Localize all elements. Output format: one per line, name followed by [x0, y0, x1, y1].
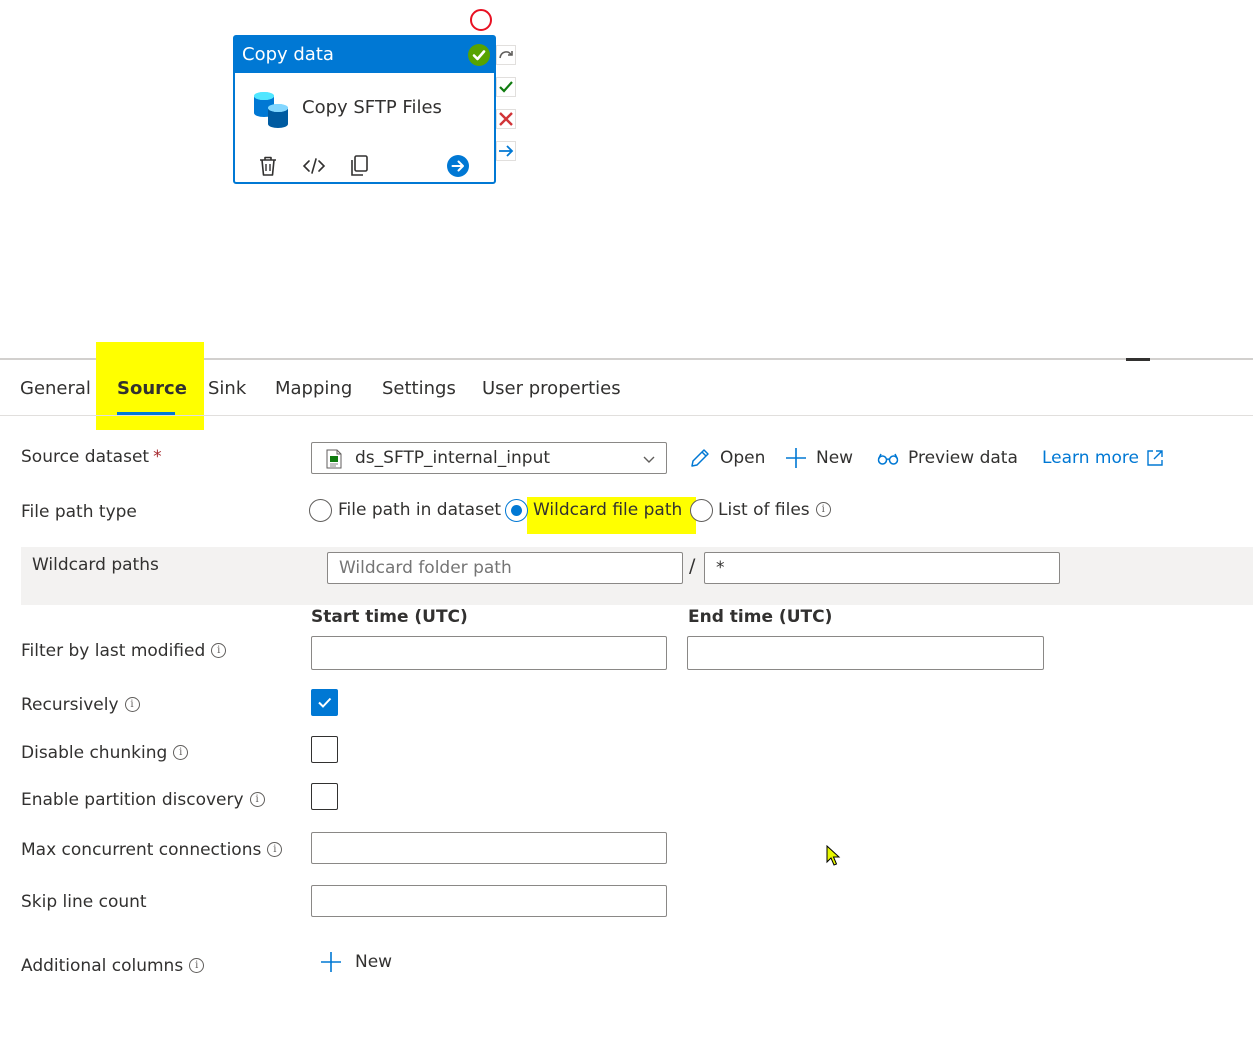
- info-icon[interactable]: i: [173, 745, 189, 760]
- preview-data-button[interactable]: Preview data: [876, 444, 1018, 472]
- end-time-input[interactable]: [687, 636, 1044, 670]
- source-dataset-select[interactable]: ds_SFTP_internal_input: [311, 442, 667, 474]
- info-icon[interactable]: i: [249, 792, 265, 807]
- wildcard-paths-label: Wildcard paths: [32, 555, 159, 575]
- recursively-label: Recursively i: [21, 695, 140, 715]
- chevron-down-icon: [643, 456, 655, 463]
- completion-icon[interactable]: [496, 141, 516, 161]
- glasses-icon: [877, 453, 899, 465]
- copy-icon[interactable]: [347, 153, 373, 179]
- wildcard-folder-path-input[interactable]: [327, 552, 683, 584]
- learn-more-link[interactable]: Learn more: [1042, 444, 1172, 472]
- tab-user-properties[interactable]: User properties: [482, 378, 621, 399]
- wildcard-file-path-label[interactable]: Wildcard file path: [533, 500, 682, 520]
- required-marker: *: [153, 447, 162, 467]
- plus-icon: [321, 952, 341, 972]
- radio-list-of-files[interactable]: [690, 499, 713, 522]
- additional-columns-label: Additional columns i: [21, 956, 205, 976]
- delete-icon[interactable]: [255, 153, 281, 179]
- failure-icon[interactable]: [496, 109, 516, 129]
- activity-toolbar: [255, 153, 485, 179]
- filter-last-modified-label: Filter by last modified i: [21, 641, 227, 661]
- wildcard-file-name-input[interactable]: *: [704, 552, 1060, 584]
- max-concurrent-connections-input[interactable]: [311, 832, 667, 864]
- tab-sink[interactable]: Sink: [208, 378, 246, 399]
- open-dataset-button[interactable]: Open: [688, 444, 765, 472]
- info-icon[interactable]: i: [189, 958, 205, 973]
- success-icon[interactable]: [496, 77, 516, 97]
- recursively-checkbox[interactable]: [311, 689, 338, 716]
- info-icon[interactable]: i: [267, 842, 283, 857]
- info-icon[interactable]: i: [815, 502, 831, 517]
- add-column-button[interactable]: New: [319, 949, 392, 975]
- copy-data-activity[interactable]: Copy data Copy SFTP Files: [233, 35, 496, 184]
- file-path-in-dataset-label[interactable]: File path in dataset: [338, 500, 501, 520]
- activity-type-label: Copy data: [242, 44, 334, 65]
- enable-partition-discovery-label: Enable partition discovery i: [21, 790, 265, 810]
- tab-source[interactable]: Source: [117, 378, 187, 399]
- panel-resize-handle[interactable]: [1126, 358, 1150, 361]
- skip-icon[interactable]: [496, 45, 516, 65]
- checkmark-icon: [318, 697, 332, 708]
- plus-icon: [786, 448, 806, 468]
- radio-wildcard-file-path[interactable]: [505, 499, 528, 522]
- disable-chunking-checkbox[interactable]: [311, 736, 338, 763]
- mouse-cursor-icon: [826, 845, 841, 866]
- enable-partition-discovery-checkbox[interactable]: [311, 783, 338, 810]
- csv-file-icon: [326, 449, 342, 469]
- external-link-icon: [1147, 450, 1163, 466]
- activity-name: Copy SFTP Files: [302, 97, 442, 118]
- tabs-divider: [0, 415, 1253, 416]
- new-dataset-button[interactable]: New: [784, 444, 853, 472]
- max-concurrent-connections-label: Max concurrent connections i: [21, 840, 283, 860]
- info-icon[interactable]: i: [124, 697, 140, 712]
- start-time-label: Start time (UTC): [311, 607, 468, 627]
- source-dataset-label: Source dataset *: [21, 447, 162, 467]
- warning-circle-icon: [470, 9, 492, 31]
- code-icon[interactable]: [301, 153, 327, 179]
- source-dataset-value: ds_SFTP_internal_input: [355, 448, 551, 468]
- radio-file-path-in-dataset[interactable]: [309, 499, 332, 522]
- properties-tabs: General Source Sink Mapping Settings Use…: [0, 372, 1253, 416]
- skip-line-count-label: Skip line count: [21, 892, 147, 912]
- pencil-icon: [691, 449, 709, 467]
- info-icon[interactable]: i: [211, 643, 227, 658]
- end-time-label: End time (UTC): [688, 607, 833, 627]
- tab-mapping[interactable]: Mapping: [275, 378, 352, 399]
- list-of-files-label[interactable]: List of files i: [718, 500, 831, 520]
- file-path-type-label: File path type: [21, 502, 137, 522]
- success-status-icon: [468, 44, 490, 66]
- start-time-input[interactable]: [311, 636, 667, 670]
- skip-line-count-input[interactable]: [311, 885, 667, 917]
- tab-settings[interactable]: Settings: [382, 378, 456, 399]
- activity-header: Copy data: [235, 37, 494, 73]
- activity-connectors: [496, 42, 518, 166]
- path-separator: /: [689, 555, 696, 577]
- disable-chunking-label: Disable chunking i: [21, 743, 189, 763]
- tab-general[interactable]: General: [20, 378, 91, 399]
- copy-database-icon: [254, 92, 288, 128]
- arrow-right-icon[interactable]: [445, 153, 471, 179]
